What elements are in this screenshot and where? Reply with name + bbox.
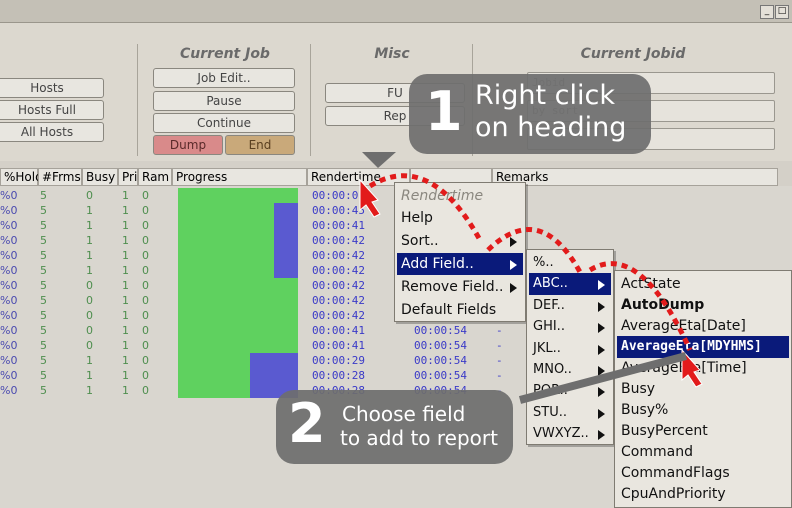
callout-number: 1 <box>425 80 463 143</box>
annotation-arc <box>588 261 693 352</box>
callout-choose-field: 2 Choose field to add to report <box>276 390 513 464</box>
annotation-arc <box>486 227 583 274</box>
callout-number: 2 <box>288 392 326 455</box>
callout-pointer <box>362 152 396 168</box>
callout-pointer <box>518 352 688 404</box>
callout-line: Choose field <box>342 402 466 426</box>
callout-line: Right click <box>475 80 616 111</box>
callout-right-click: 1 Right click on heading <box>409 74 651 154</box>
annotation-arc <box>368 173 483 242</box>
callout-line: on heading <box>475 112 627 143</box>
callout-line: to add to report <box>340 426 498 450</box>
